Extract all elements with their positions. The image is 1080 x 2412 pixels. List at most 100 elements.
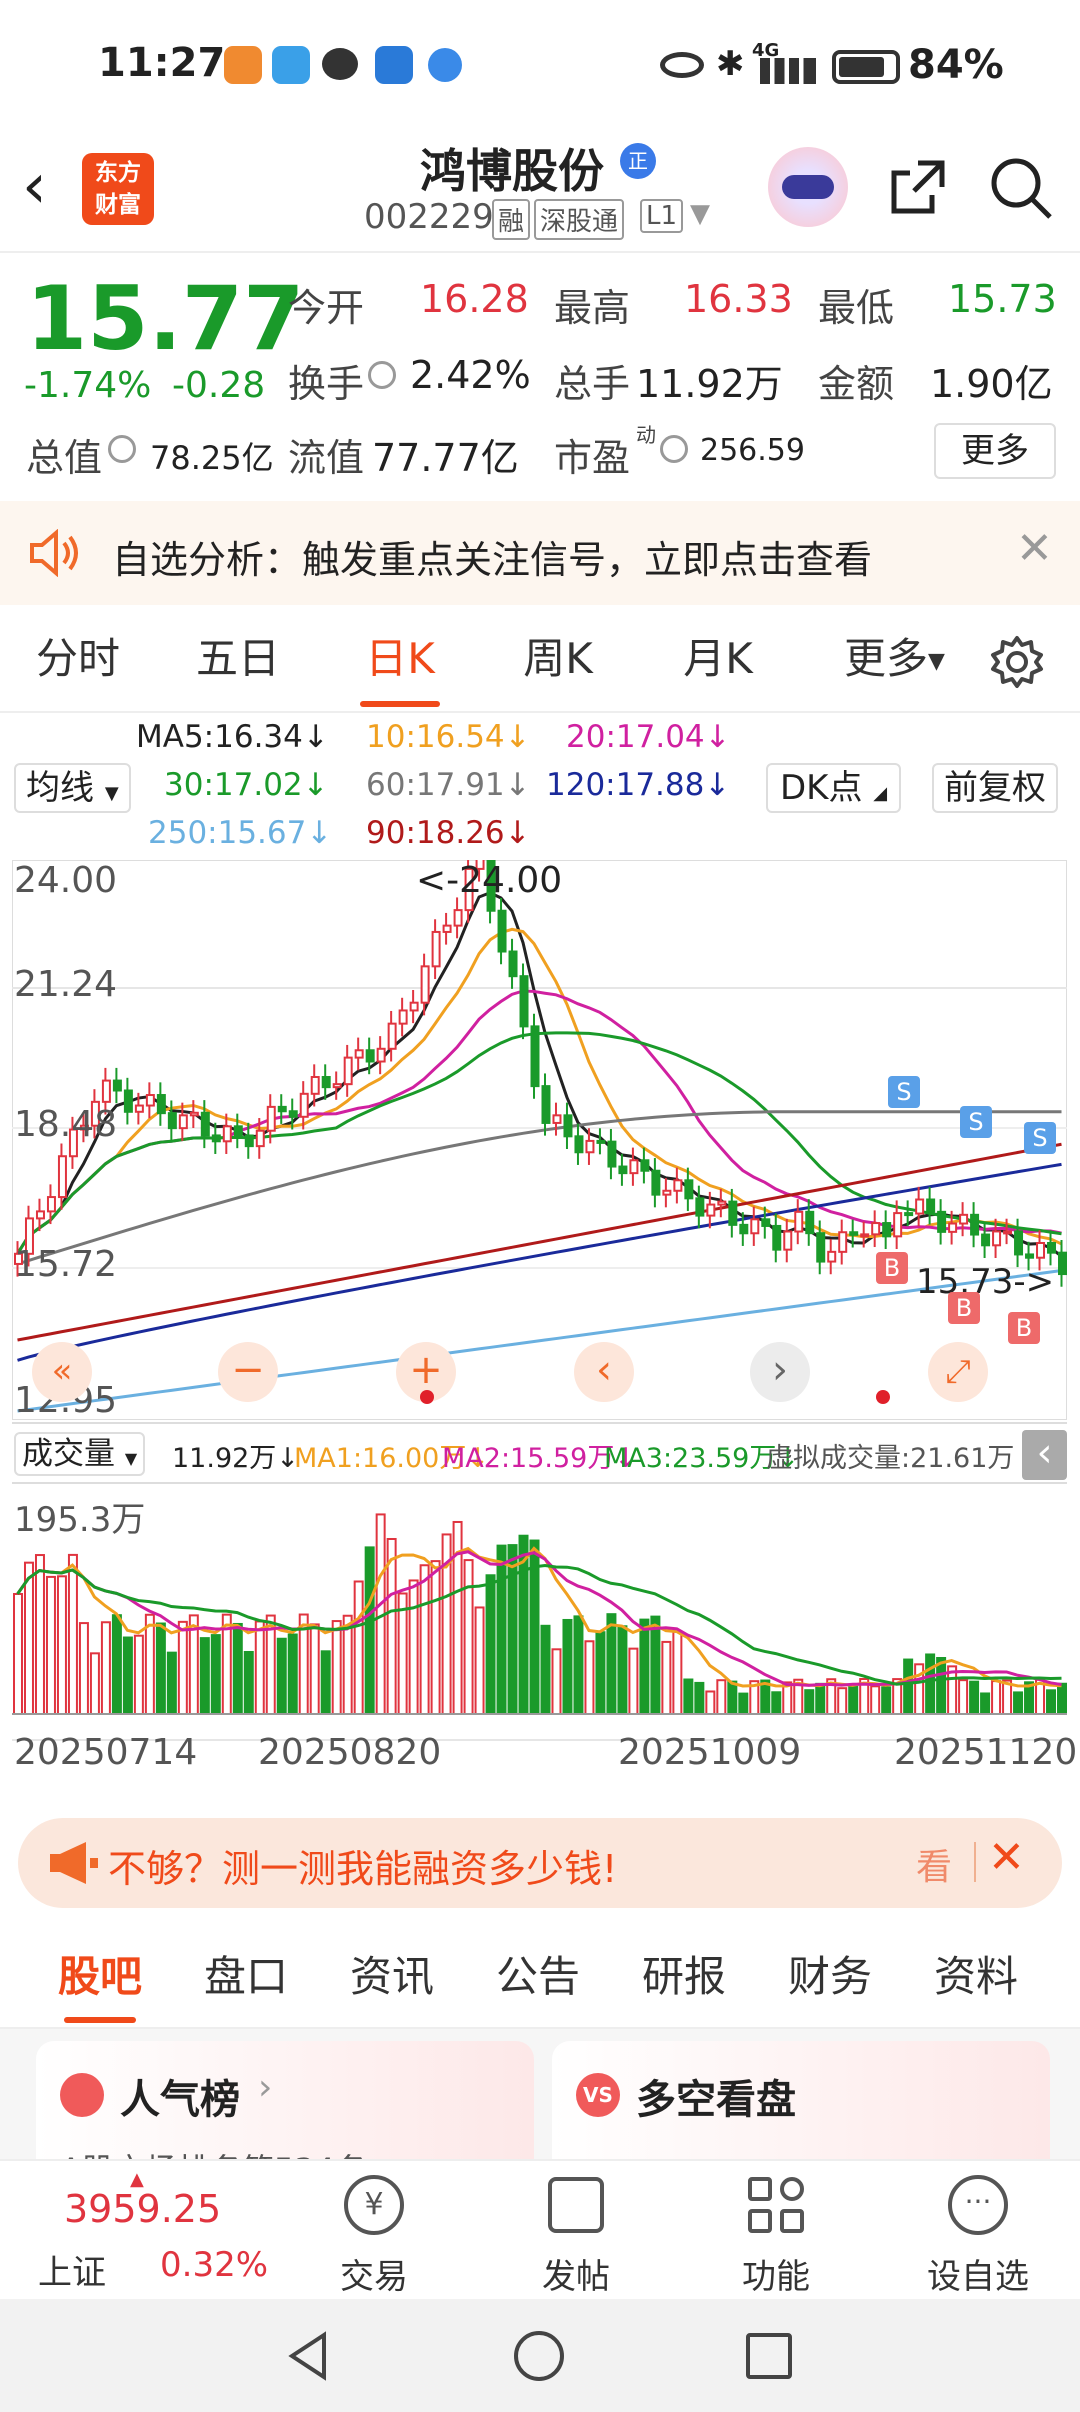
nav-label: 设自选 bbox=[927, 2257, 1029, 2297]
verified-badge: 正 bbox=[620, 143, 656, 179]
scroll-left-fast-button[interactable]: « bbox=[32, 1342, 92, 1402]
recent-apps-icon[interactable] bbox=[746, 2333, 792, 2379]
volume-bar bbox=[925, 1653, 936, 1715]
candle bbox=[1036, 1241, 1046, 1259]
volume-bar bbox=[485, 1574, 496, 1715]
nav-functions[interactable]: 功能 bbox=[676, 2161, 876, 2301]
tab-financials[interactable]: 财务 bbox=[770, 1925, 890, 2029]
sell-signal[interactable]: S bbox=[1024, 1122, 1056, 1154]
chevron-right-icon: › bbox=[258, 2067, 273, 2108]
candle bbox=[651, 1169, 661, 1196]
candle bbox=[200, 1111, 210, 1137]
candle bbox=[640, 1159, 650, 1172]
kline-chart[interactable]: 24.00 21.24 18.48 15.72 12.95 <-24.00 15… bbox=[11, 835, 1068, 1421]
volume-bar bbox=[408, 1579, 419, 1715]
y-tick-label: 18.48 bbox=[14, 1104, 118, 1145]
gear-icon[interactable] bbox=[990, 635, 1044, 689]
info-icon[interactable] bbox=[660, 435, 688, 463]
tab-forum[interactable]: 股吧 bbox=[40, 1925, 160, 2029]
volume-chart[interactable]: 195.3万 20250714 20250820 20251009 202511… bbox=[12, 1486, 1077, 1796]
search-icon[interactable] bbox=[988, 155, 1054, 221]
tab-daily-k[interactable]: 日K bbox=[340, 605, 460, 713]
tab-research[interactable]: 研报 bbox=[624, 1925, 744, 2029]
candle bbox=[310, 1076, 320, 1095]
dk-point-button[interactable]: DK点 ◢ bbox=[766, 763, 902, 813]
nav-post[interactable]: 发帖 bbox=[476, 2161, 676, 2301]
banner-view-link[interactable]: 看 bbox=[916, 1838, 952, 1890]
buy-signal[interactable]: B bbox=[876, 1252, 908, 1284]
nav-label: 发帖 bbox=[542, 2257, 610, 2297]
nav-trade[interactable]: ¥ 交易 bbox=[274, 2161, 474, 2301]
high-label: 最高 bbox=[554, 286, 631, 330]
tab-orderbook[interactable]: 盘口 bbox=[186, 1925, 306, 2029]
tab-weekly-k[interactable]: 周K bbox=[498, 605, 618, 713]
candle bbox=[112, 1079, 122, 1092]
candle bbox=[563, 1114, 573, 1138]
margin-banner[interactable]: 不够？测一测我能融资多少钱! 看 ✕ bbox=[18, 1818, 1062, 1908]
volume-bar bbox=[309, 1623, 320, 1715]
zoom-out-button[interactable]: − bbox=[218, 1342, 278, 1402]
volume-bar bbox=[617, 1625, 628, 1716]
popularity-card[interactable]: 人气榜 › A股市场排名第534名 bbox=[36, 2041, 534, 2159]
ma-selector[interactable]: 均线 ▼ bbox=[14, 763, 131, 813]
candle bbox=[398, 1009, 408, 1025]
tab-five-day[interactable]: 五日 bbox=[178, 605, 298, 713]
index-widget[interactable]: ▲ 3959.25 上证 0.32% bbox=[0, 2161, 290, 2301]
nav-add-watchlist[interactable]: ··· 设自选 bbox=[878, 2161, 1078, 2301]
candle bbox=[728, 1200, 738, 1226]
volume-bar bbox=[13, 1593, 23, 1715]
share-icon[interactable] bbox=[888, 155, 950, 217]
grid-icon bbox=[748, 2177, 772, 2201]
info-icon[interactable] bbox=[108, 435, 136, 463]
candle bbox=[860, 1233, 870, 1238]
scroll-right-button[interactable]: › bbox=[750, 1342, 810, 1402]
tab-announcements[interactable]: 公告 bbox=[478, 1925, 598, 2029]
bull-bear-card[interactable]: VS 多空看盘 bbox=[552, 2041, 1050, 2159]
collapse-panel-button[interactable]: ‹ bbox=[1022, 1430, 1067, 1480]
more-dots-icon: ··· bbox=[948, 2175, 1008, 2235]
candle bbox=[926, 1198, 936, 1213]
buy-signal[interactable]: B bbox=[948, 1292, 980, 1324]
close-icon[interactable]: ✕ bbox=[988, 1832, 1025, 1883]
sell-signal[interactable]: S bbox=[960, 1106, 992, 1138]
app-notification-icon bbox=[224, 46, 262, 84]
more-button[interactable]: 更多 bbox=[934, 423, 1056, 479]
tab-news[interactable]: 资讯 bbox=[332, 1925, 452, 2029]
candle bbox=[1025, 1253, 1035, 1259]
buy-signal[interactable]: B bbox=[1008, 1312, 1040, 1344]
candle bbox=[387, 1022, 397, 1050]
tab-profile[interactable]: 资料 bbox=[916, 1925, 1036, 2029]
volume-bar bbox=[727, 1680, 738, 1715]
stock-code: 002229 bbox=[364, 197, 494, 237]
candle bbox=[827, 1250, 837, 1263]
candle bbox=[607, 1140, 617, 1168]
volume-bar bbox=[903, 1658, 914, 1715]
content-tabs: 股吧 盘口 资讯 公告 研报 财务 资料 bbox=[0, 1925, 1080, 2029]
volume-bar bbox=[232, 1622, 243, 1715]
volume-bar bbox=[419, 1564, 430, 1715]
volume-bar bbox=[848, 1684, 859, 1716]
chevron-down-icon[interactable]: ▼ bbox=[690, 199, 710, 229]
level-badge[interactable]: L1 bbox=[640, 199, 684, 233]
home-circle-icon[interactable] bbox=[514, 2331, 564, 2381]
analysis-notice[interactable]: 自选分析：触发重点关注信号，立即点击查看 ✕ bbox=[0, 501, 1080, 605]
back-triangle-icon[interactable] bbox=[284, 2331, 334, 2381]
open-value: 16.28 bbox=[420, 277, 529, 321]
tab-intraday[interactable]: 分时 bbox=[18, 605, 138, 713]
volume-bar bbox=[738, 1692, 749, 1715]
volume-bar bbox=[639, 1618, 650, 1715]
back-button[interactable]: ‹ bbox=[22, 155, 47, 217]
tab-monthly-k[interactable]: 月K bbox=[658, 605, 778, 713]
date-label: 20251009 bbox=[618, 1732, 802, 1773]
info-icon[interactable] bbox=[368, 361, 396, 389]
volume-selector[interactable]: 成交量 ▼ bbox=[14, 1432, 146, 1476]
sell-signal[interactable]: S bbox=[888, 1076, 920, 1108]
adjust-button[interactable]: 前复权 bbox=[932, 763, 1058, 813]
date-label: 20251120 bbox=[894, 1732, 1078, 1773]
caret-down-icon[interactable]: ▼ bbox=[928, 649, 945, 674]
assistant-robot-icon[interactable] bbox=[768, 147, 848, 227]
fullscreen-button[interactable]: ⤢ bbox=[928, 1342, 988, 1402]
battery-level: 84% bbox=[908, 42, 1004, 88]
scroll-left-button[interactable]: ‹ bbox=[574, 1342, 634, 1402]
close-icon[interactable]: ✕ bbox=[1016, 523, 1053, 574]
